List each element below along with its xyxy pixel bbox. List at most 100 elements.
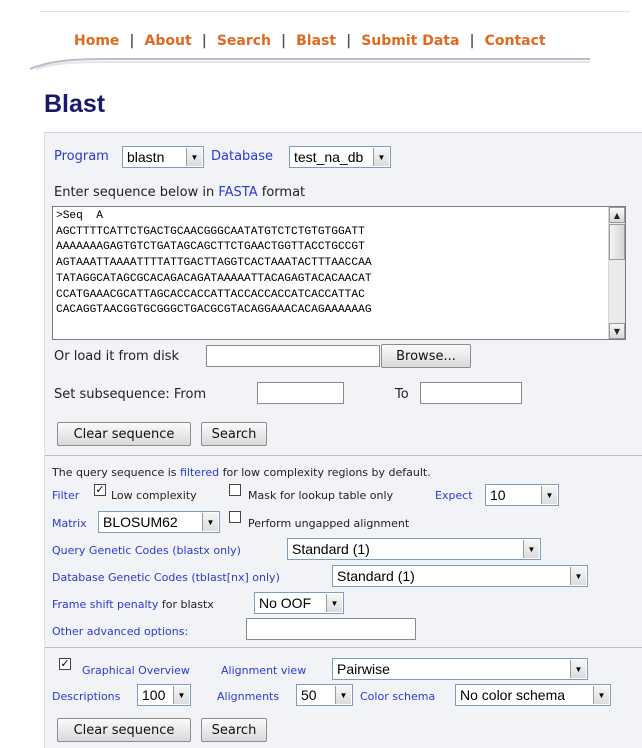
search-button-bottom[interactable]: Search — [201, 718, 267, 742]
alignments-label: Alignments — [217, 690, 280, 703]
dropdown-arrow-icon: ▼ — [593, 686, 609, 704]
dropdown-arrow-icon: ▼ — [202, 513, 218, 531]
clear-sequence-button[interactable]: Clear sequence — [57, 422, 191, 446]
sequence-line: TATAGGCATAGCGCACAGACAGATAAAAATTACAGAGTAC… — [56, 272, 372, 285]
ungapped-alignment-label: Perform ungapped alignment — [248, 517, 410, 530]
checkmark-icon: ✓ — [60, 657, 70, 670]
sequence-text: >Seq A AGCTTTTCATTCTGACTGCAACGGGCAATATGTC… — [56, 209, 607, 319]
nav-link-search[interactable]: Search — [217, 33, 271, 49]
dropdown-arrow-icon: ▼ — [173, 686, 189, 704]
filter-note-suffix: for low complexity regions by default. — [222, 466, 431, 479]
file-path-input[interactable] — [206, 345, 380, 367]
search-button[interactable]: Search — [201, 422, 267, 446]
database-select[interactable]: test_na_db ▼ — [289, 146, 391, 168]
dropdown-arrow-icon: ▼ — [335, 686, 351, 704]
nav-link-about[interactable]: About — [145, 33, 192, 49]
mask-lookup-checkbox[interactable] — [229, 484, 241, 496]
graphical-overview-checkbox[interactable]: ✓ — [59, 658, 71, 670]
browse-button[interactable]: Browse... — [381, 344, 471, 368]
expect-select[interactable]: 10 ▼ — [485, 484, 559, 506]
subsequence-to-label: To — [395, 387, 409, 402]
expect-label: Expect — [435, 489, 473, 502]
nav-link-contact[interactable]: Contact — [485, 33, 546, 49]
query-genetic-codes-select[interactable]: Standard (1) ▼ — [287, 538, 541, 560]
dropdown-arrow-icon: ▼ — [326, 594, 342, 612]
nav-separator: | — [201, 33, 207, 49]
advanced-options-input[interactable] — [246, 618, 416, 640]
sequence-line: CCATGAAACGCATTAGCACCACCATTACCACCACCATCAC… — [56, 288, 365, 301]
program-select[interactable]: blastn ▼ — [122, 146, 204, 168]
query-genetic-codes-value: Standard (1) — [292, 541, 370, 557]
dropdown-arrow-icon: ▼ — [523, 540, 539, 558]
nav-bar: Home | About | Search | Blast | Submit D… — [40, 24, 600, 58]
sequence-line: AAAAAAAGAGTGTCTGATAGCAGCTTCTGAACTGGTTACC… — [56, 241, 365, 254]
sequence-textarea[interactable]: >Seq A AGCTTTTCATTCTGACTGCAACGGGCAATATGTC… — [52, 206, 626, 340]
matrix-select-value: BLOSUM62 — [103, 514, 178, 530]
alignments-select[interactable]: 50 ▼ — [296, 684, 353, 706]
color-schema-select[interactable]: No color schema ▼ — [455, 684, 611, 706]
mask-lookup-label: Mask for lookup table only — [248, 489, 394, 502]
scrollbar-thumb[interactable] — [609, 224, 625, 260]
alignment-view-value: Pairwise — [337, 661, 390, 677]
frame-shift-value: No OOF — [259, 595, 312, 611]
program-select-value: blastn — [127, 149, 165, 165]
dropdown-arrow-icon: ▼ — [186, 148, 202, 166]
subsequence-label: Set subsequence: From — [54, 387, 207, 402]
load-file-label: Or load it from disk — [54, 349, 180, 364]
filter-label: Filter — [52, 489, 80, 502]
fasta-link[interactable]: FASTA — [218, 185, 257, 200]
program-label: Program — [54, 149, 109, 164]
descriptions-value: 100 — [142, 687, 166, 703]
database-genetic-codes-value: Standard (1) — [337, 568, 415, 584]
query-genetic-codes-label: Query Genetic Codes (blastx only) — [52, 544, 241, 557]
frame-shift-select[interactable]: No OOF ▼ — [254, 592, 344, 614]
top-navigation: Home | About | Search | Blast | Submit D… — [0, 0, 642, 70]
frame-shift-label: Frame shift penalty for blastx — [52, 598, 214, 611]
matrix-select[interactable]: BLOSUM62 ▼ — [98, 511, 220, 533]
blast-form-panel: Program blastn ▼ Database test_na_db ▼ E… — [44, 132, 642, 748]
descriptions-select[interactable]: 100 ▼ — [137, 684, 191, 706]
nav-link-blast[interactable]: Blast — [296, 33, 336, 49]
sequence-instructions-prefix: Enter sequence below in — [54, 185, 215, 200]
dropdown-arrow-icon: ▼ — [570, 567, 586, 585]
subsequence-to-input[interactable] — [420, 382, 522, 404]
sequence-line: CACAGGTAACGGTGCGGGCTGACGCGTACAGGAAACACAG… — [56, 304, 372, 317]
graphical-overview-label: Graphical Overview — [82, 664, 190, 677]
nav-link-home[interactable]: Home — [74, 33, 119, 49]
nav-link-submit-data[interactable]: Submit Data — [361, 33, 459, 49]
sequence-instructions-suffix: format — [261, 185, 306, 200]
color-schema-value: No color schema — [460, 687, 566, 703]
database-label: Database — [211, 149, 274, 164]
filtered-link[interactable]: filtered — [180, 466, 219, 479]
alignment-view-select[interactable]: Pairwise ▼ — [332, 658, 588, 680]
dropdown-arrow-icon: ▼ — [570, 660, 586, 678]
nav-top-rule — [40, 11, 630, 12]
alignment-view-label: Alignment view — [221, 664, 307, 677]
sequence-scrollbar[interactable]: ▲ ▼ — [608, 207, 625, 339]
matrix-label: Matrix — [52, 517, 87, 530]
page-title: Blast — [44, 90, 106, 118]
nav-swoosh-decoration — [30, 58, 590, 70]
database-genetic-codes-label: Database Genetic Codes (tblast[nx] only) — [52, 571, 280, 584]
clear-sequence-button-bottom[interactable]: Clear sequence — [57, 718, 191, 742]
subsequence-from-input[interactable] — [257, 382, 344, 404]
ungapped-alignment-checkbox[interactable] — [229, 511, 241, 523]
low-complexity-label: Low complexity — [111, 489, 197, 502]
alignments-value: 50 — [301, 687, 317, 703]
checkmark-icon: ✓ — [95, 483, 105, 496]
scroll-up-icon[interactable]: ▲ — [609, 207, 625, 223]
frame-shift-link[interactable]: Frame shift penalty — [52, 598, 158, 611]
descriptions-label: Descriptions — [52, 690, 121, 703]
nav-separator: | — [129, 33, 135, 49]
filter-note-prefix: The query sequence is — [52, 466, 177, 479]
filter-note: The query sequence is filtered for low c… — [52, 466, 431, 479]
scroll-down-icon[interactable]: ▼ — [609, 323, 625, 339]
low-complexity-checkbox[interactable]: ✓ — [94, 484, 106, 496]
sequence-line: AGTAAATTAAAATTTTATTGACTTAGGTCACTAAATACTT… — [56, 257, 372, 270]
database-select-value: test_na_db — [294, 149, 364, 165]
database-genetic-codes-select[interactable]: Standard (1) ▼ — [332, 565, 588, 587]
advanced-options-label: Other advanced options: — [52, 625, 189, 638]
dropdown-arrow-icon: ▼ — [373, 148, 389, 166]
section-divider — [45, 455, 642, 456]
sequence-line: AGCTTTTCATTCTGACTGCAACGGGCAATATGTCTCTGTG… — [56, 225, 365, 238]
